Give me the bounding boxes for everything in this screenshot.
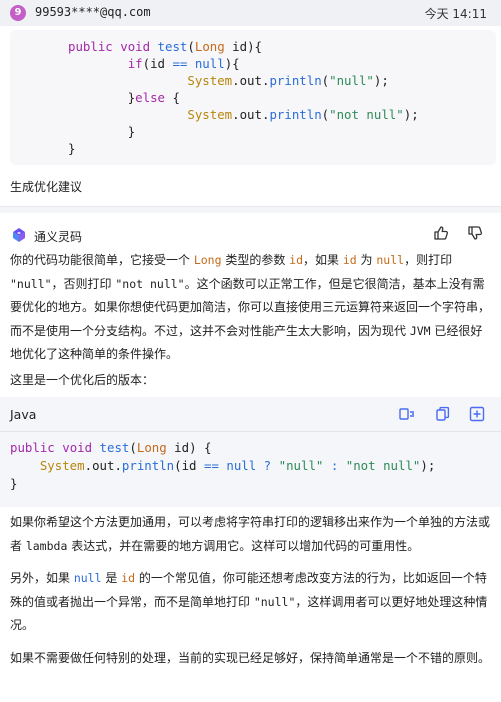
user-code-block: public void test(Long id){ if(id == null…	[10, 30, 496, 165]
assistant-name: 通义灵码	[34, 230, 83, 244]
assistant-code: public void test(Long id) { System.out.p…	[10, 440, 436, 491]
assistant-paragraph-5: 如果不需要做任何特别的处理，当前的实现已经足够好，保持简单通常是一个不错的原则。	[10, 651, 491, 665]
code-block-header: Java	[0, 397, 501, 432]
user-message: 9 99593****@qq.com 今天 14:11 public void …	[0, 0, 501, 207]
username: 99593****@qq.com	[35, 5, 151, 19]
copy-icon[interactable]	[434, 405, 452, 423]
new-file-icon[interactable]	[468, 405, 486, 423]
tongyi-logo-icon	[13, 228, 25, 242]
assistant-paragraph-1: 你的代码功能很简单，它接受一个 Long 类型的参数 id，如果 id 为 nu…	[10, 253, 491, 361]
assistant-message: 通义灵码 你的代码功能很简单，它接受一个 Long 类型的参数 id，如果 id…	[0, 213, 501, 702]
assistant-paragraph-2: 这里是一个优化后的版本：	[10, 373, 155, 387]
thumbs-down-icon[interactable]	[466, 224, 484, 242]
thumbs-up-icon[interactable]	[432, 224, 450, 242]
assistant-paragraph-3: 如果你希望这个方法更加通用，可以考虑将字符串打印的逻辑移出来作为一个单独的方法或…	[10, 515, 491, 553]
user-message-header: 9 99593****@qq.com 今天 14:11	[0, 0, 501, 26]
avatar: 9	[10, 5, 26, 21]
insert-at-cursor-icon[interactable]	[398, 405, 416, 423]
assistant-paragraph-4: 另外，如果 null 是 id 的一个常见值，你可能还想考虑改变方法的行为，比如…	[10, 571, 488, 632]
code-language-label: Java	[10, 407, 37, 422]
user-code: public void test(Long id){ if(id == null…	[68, 39, 419, 156]
timestamp: 今天 14:11	[424, 7, 487, 21]
user-request-text: 生成优化建议	[10, 180, 83, 194]
assistant-code-block: Java public void test(Long id) { System.…	[0, 397, 501, 507]
